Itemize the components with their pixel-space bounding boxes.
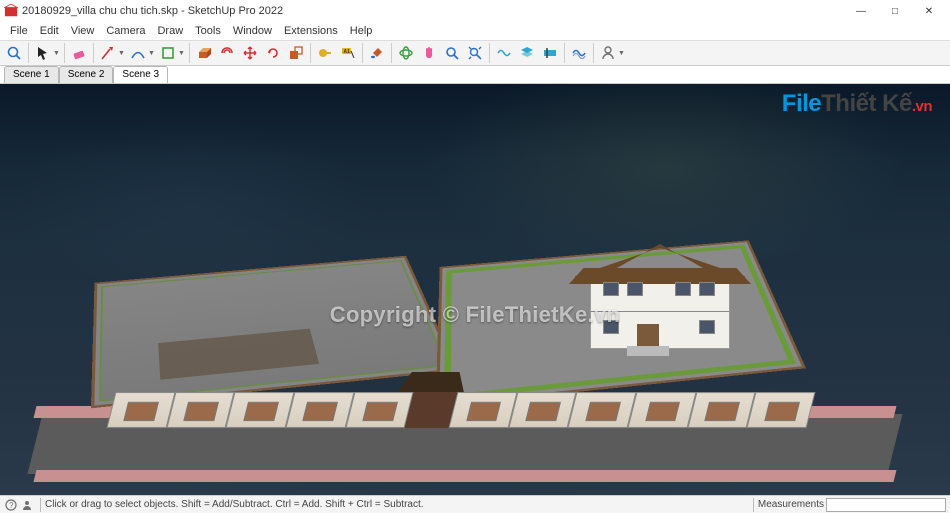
- search-icon[interactable]: [3, 42, 25, 64]
- app-icon: [4, 4, 18, 18]
- tape-tool-icon[interactable]: [314, 42, 336, 64]
- toolbar: ▼ ▼ ▼ ▼ A1 ▼: [0, 40, 950, 66]
- layers-icon[interactable]: [516, 42, 538, 64]
- text-tool-icon[interactable]: A1: [337, 42, 359, 64]
- measurements-input[interactable]: [826, 498, 946, 512]
- pushpull-tool-icon[interactable]: [193, 42, 215, 64]
- window-controls: — □ ✕: [844, 0, 946, 22]
- shape-dropdown-icon[interactable]: ▼: [178, 50, 186, 57]
- viewport-3d[interactable]: Copyright © FileThietKe.vn FileThiết Kế.…: [0, 84, 950, 495]
- sidewalk-far: [34, 470, 897, 482]
- svg-text:?: ?: [9, 501, 14, 510]
- status-hint: Click or drag to select objects. Shift =…: [45, 499, 749, 510]
- villa-building: [575, 224, 745, 354]
- statusbar: ? Click or drag to select objects. Shift…: [0, 495, 950, 513]
- shape-tool-icon[interactable]: [157, 42, 179, 64]
- tab-scene-2[interactable]: Scene 2: [59, 66, 114, 83]
- minimize-button[interactable]: —: [844, 0, 878, 22]
- select-dropdown-icon[interactable]: ▼: [53, 50, 61, 57]
- window-title: 20180929_villa chu chu tich.skp - Sketch…: [22, 5, 844, 17]
- front-wall: [107, 392, 816, 428]
- xray-icon[interactable]: [493, 42, 515, 64]
- menu-extensions[interactable]: Extensions: [278, 25, 344, 37]
- eraser-tool-icon[interactable]: [68, 42, 90, 64]
- section-icon[interactable]: [539, 42, 561, 64]
- scale-tool-icon[interactable]: [285, 42, 307, 64]
- scene-tabs: Scene 1 Scene 2 Scene 3: [0, 66, 950, 84]
- person-icon[interactable]: [20, 498, 34, 512]
- pan-tool-icon[interactable]: [418, 42, 440, 64]
- zoom-tool-icon[interactable]: [441, 42, 463, 64]
- menu-window[interactable]: Window: [227, 25, 278, 37]
- menu-camera[interactable]: Camera: [100, 25, 151, 37]
- menubar: File Edit View Camera Draw Tools Window …: [0, 22, 950, 40]
- menu-edit[interactable]: Edit: [34, 25, 65, 37]
- zoom-extents-icon[interactable]: [464, 42, 486, 64]
- line-dropdown-icon[interactable]: ▼: [118, 50, 126, 57]
- menu-help[interactable]: Help: [344, 25, 379, 37]
- paint-tool-icon[interactable]: [366, 42, 388, 64]
- line-tool-icon[interactable]: [97, 42, 119, 64]
- menu-draw[interactable]: Draw: [151, 25, 189, 37]
- help-icon[interactable]: ?: [4, 498, 18, 512]
- orbit-tool-icon[interactable]: [395, 42, 417, 64]
- menu-file[interactable]: File: [4, 25, 34, 37]
- arc-tool-icon[interactable]: [127, 42, 149, 64]
- move-tool-icon[interactable]: [239, 42, 261, 64]
- menu-tools[interactable]: Tools: [189, 25, 227, 37]
- titlebar: 20180929_villa chu chu tich.skp - Sketch…: [0, 0, 950, 22]
- tab-scene-3[interactable]: Scene 3: [113, 66, 168, 83]
- offset-tool-icon[interactable]: [216, 42, 238, 64]
- model-scene: [95, 214, 825, 494]
- arc-dropdown-icon[interactable]: ▼: [148, 50, 156, 57]
- svg-text:A1: A1: [344, 49, 351, 55]
- menu-view[interactable]: View: [65, 25, 101, 37]
- style-icon[interactable]: [568, 42, 590, 64]
- user-icon[interactable]: [597, 42, 619, 64]
- measurements-label: Measurements: [758, 499, 824, 510]
- maximize-button[interactable]: □: [878, 0, 912, 22]
- close-button[interactable]: ✕: [912, 0, 946, 22]
- select-tool-icon[interactable]: [32, 42, 54, 64]
- rotate-tool-icon[interactable]: [262, 42, 284, 64]
- user-dropdown-icon[interactable]: ▼: [618, 50, 626, 57]
- tab-scene-1[interactable]: Scene 1: [4, 66, 59, 83]
